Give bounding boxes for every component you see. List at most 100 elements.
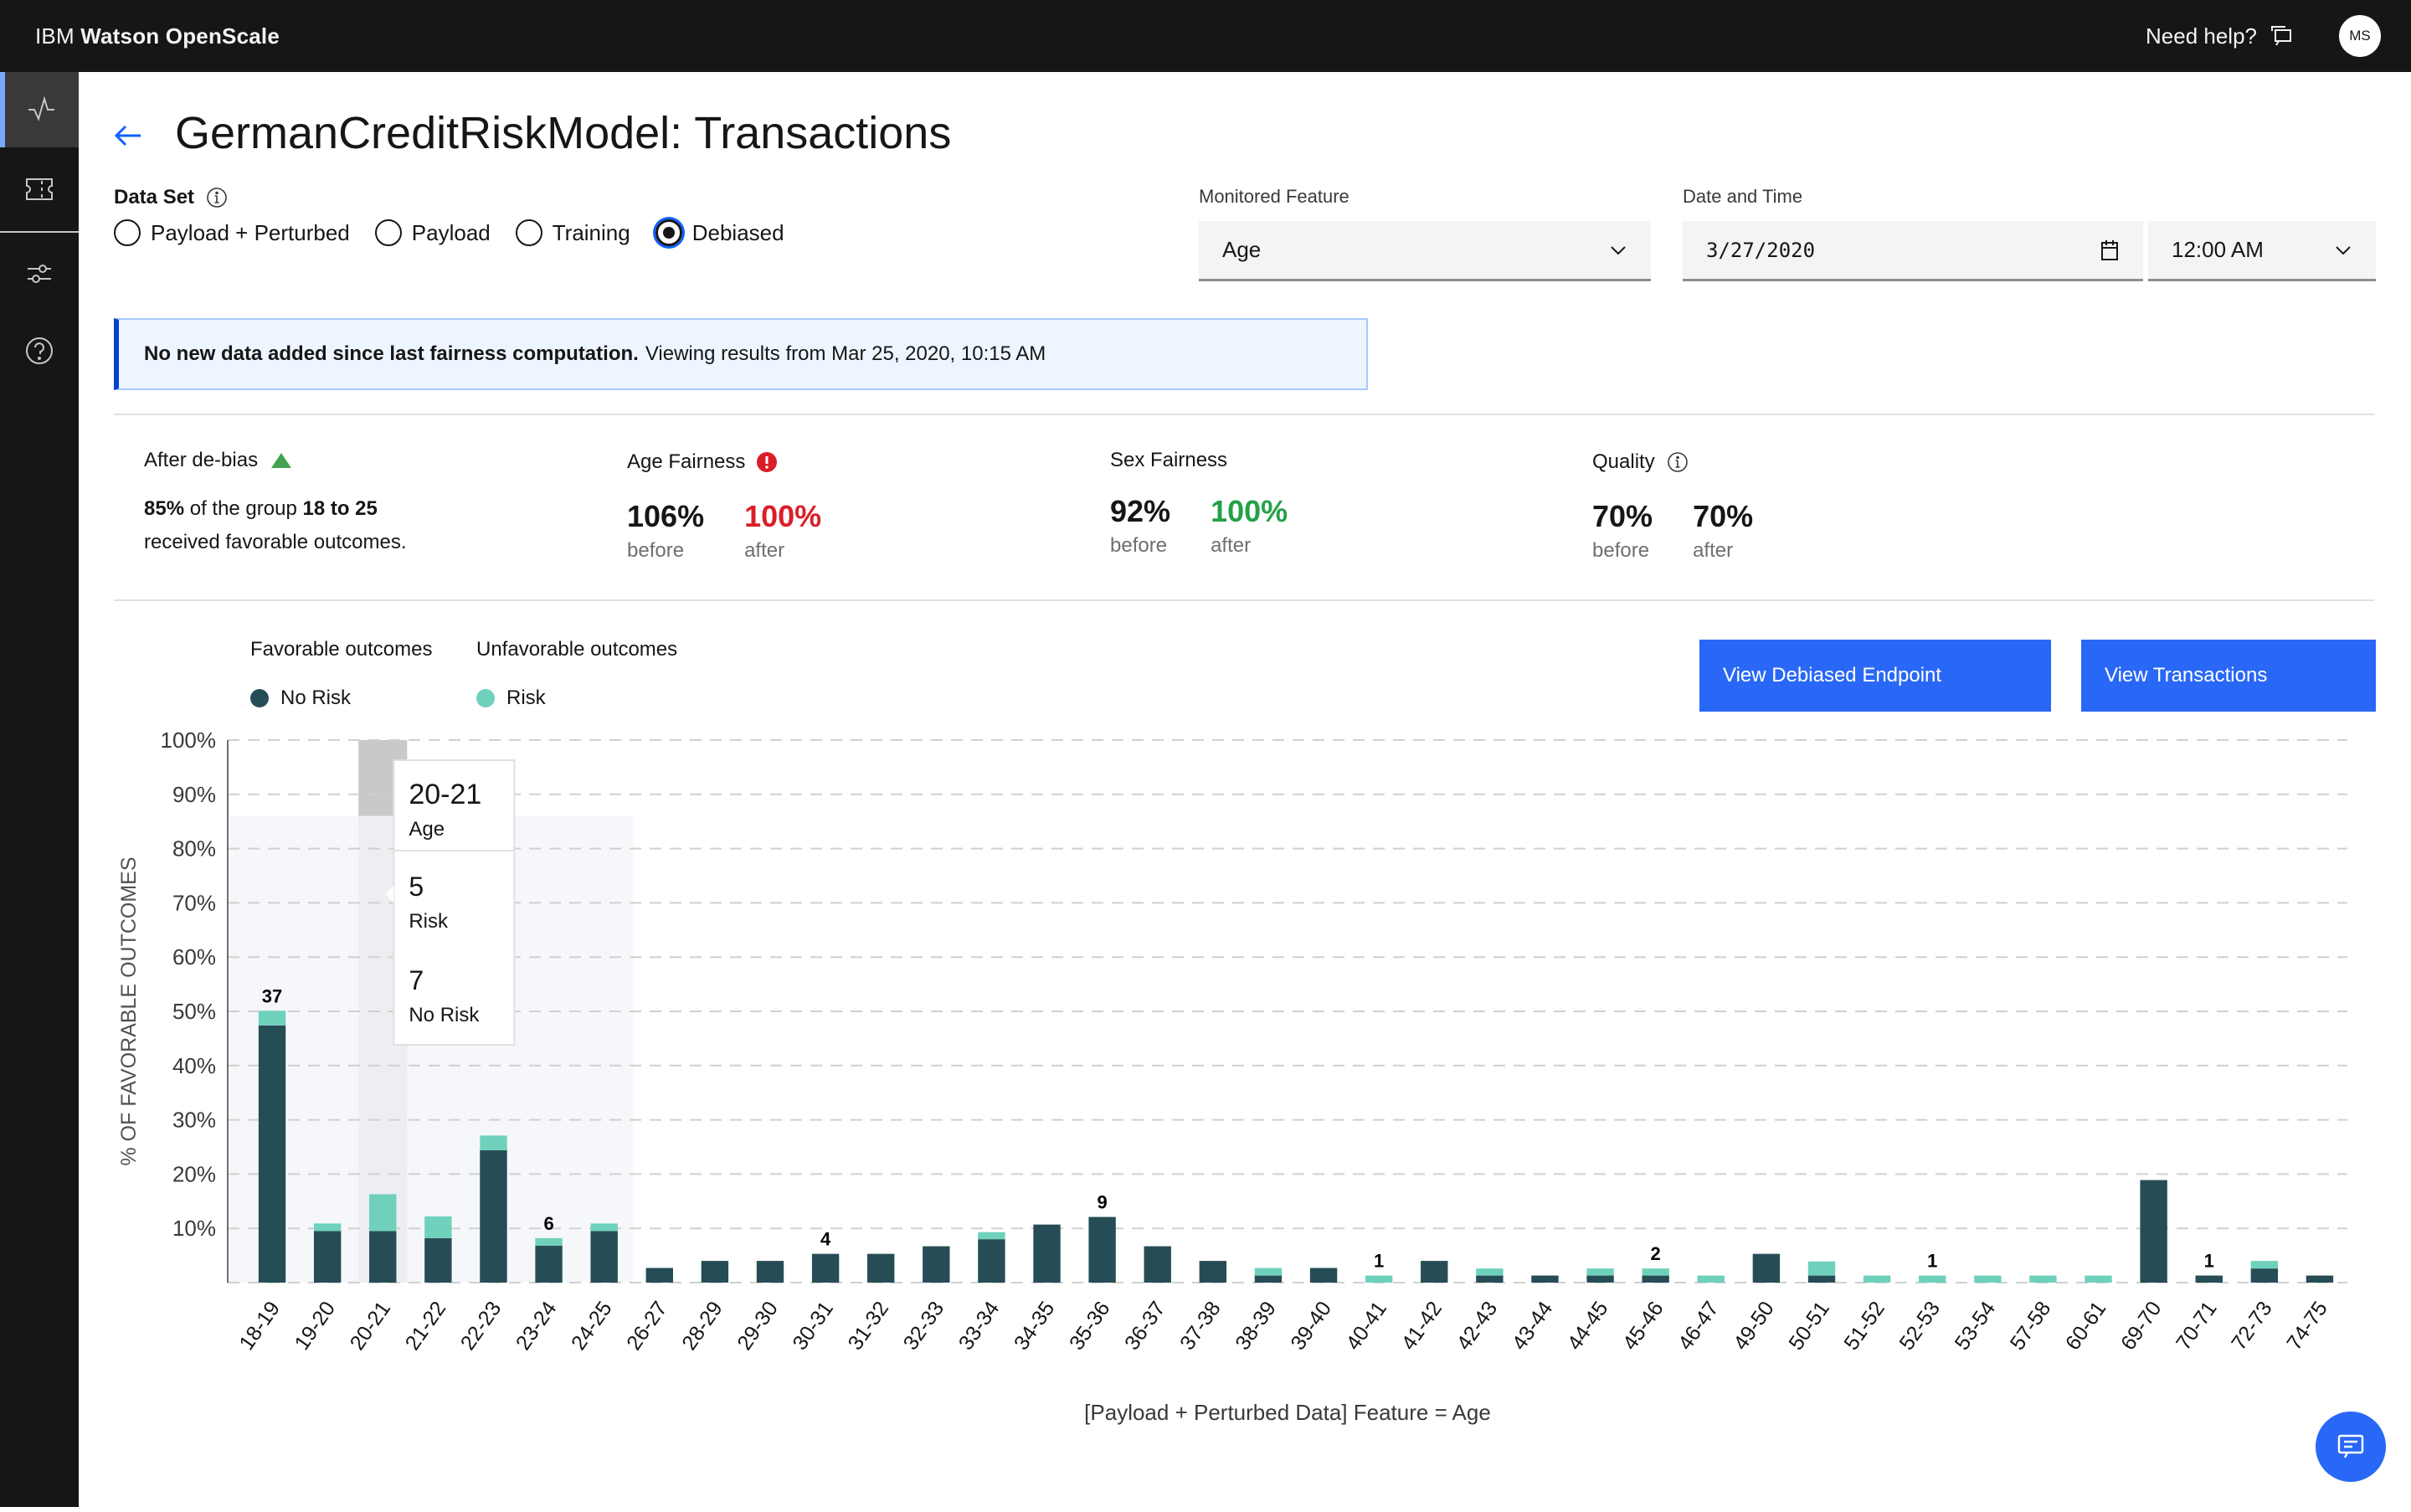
bar-risk[interactable] xyxy=(1863,1275,1891,1283)
bar-risk[interactable] xyxy=(2029,1275,2057,1283)
age-fairness-metric: Age Fairness 106% before 100% after xyxy=(627,450,821,563)
bar-no-risk[interactable] xyxy=(1642,1275,1669,1283)
bar-no-risk[interactable] xyxy=(1199,1261,1227,1283)
view-debiased-endpoint-button[interactable]: View Debiased Endpoint xyxy=(1699,640,2051,712)
bar-no-risk[interactable] xyxy=(756,1261,784,1283)
age-fairness-after: 100% xyxy=(744,499,822,533)
bar-no-risk[interactable] xyxy=(1531,1275,1559,1283)
bar-no-risk[interactable] xyxy=(1752,1253,1781,1283)
sliders-icon xyxy=(28,265,51,283)
error-icon[interactable] xyxy=(757,452,778,472)
bar-risk[interactable] xyxy=(1807,1261,1836,1276)
sidebar-item-help[interactable] xyxy=(0,313,79,388)
y-axis-title: % OF FAVORABLE OUTCOMES xyxy=(117,856,141,1165)
bar-no-risk[interactable] xyxy=(535,1245,563,1283)
bar-risk[interactable] xyxy=(424,1216,452,1238)
bar-no-risk[interactable] xyxy=(645,1268,673,1283)
view-transactions-button[interactable]: View Transactions xyxy=(2081,640,2376,712)
y-tick-label: 70% xyxy=(172,890,216,915)
bar-no-risk[interactable] xyxy=(978,1239,1005,1283)
bar-no-risk[interactable] xyxy=(1033,1224,1061,1283)
legend-item-risk[interactable]: Risk xyxy=(476,687,677,710)
bar-no-risk[interactable] xyxy=(811,1253,840,1283)
bar-no-risk[interactable] xyxy=(2250,1268,2279,1283)
y-tick-label: 20% xyxy=(172,1161,216,1186)
bar-risk[interactable] xyxy=(590,1223,618,1232)
bar-risk[interactable] xyxy=(1586,1268,1614,1276)
bar-no-risk[interactable] xyxy=(1088,1216,1116,1283)
radio-debiased[interactable]: Debiased xyxy=(655,219,784,246)
info-icon[interactable] xyxy=(1667,451,1689,473)
radio-circle[interactable] xyxy=(374,219,402,246)
radio-payload-perturbed[interactable]: Payload + Perturbed xyxy=(114,219,350,246)
bar-risk[interactable] xyxy=(1919,1275,1946,1283)
radio-payload[interactable]: Payload xyxy=(374,219,491,246)
bar-no-risk[interactable] xyxy=(1586,1275,1614,1283)
bar-no-risk[interactable] xyxy=(1144,1246,1171,1283)
bar-risk[interactable] xyxy=(2085,1275,2112,1283)
back-button[interactable] xyxy=(112,119,146,152)
x-tick-label: 49-50 xyxy=(1729,1297,1779,1354)
radio-circle[interactable] xyxy=(515,219,542,246)
radio-training[interactable]: Training xyxy=(515,219,630,246)
bar-no-risk[interactable] xyxy=(867,1253,895,1283)
sidebar-item-ticket[interactable] xyxy=(0,152,79,227)
info-notification: No new data added since last fairness co… xyxy=(114,318,1368,390)
bar-no-risk[interactable] xyxy=(2140,1180,2167,1283)
bar-no-risk[interactable] xyxy=(2306,1275,2334,1283)
sidebar-item-settings[interactable] xyxy=(0,236,79,311)
chat-button[interactable] xyxy=(2316,1412,2386,1482)
bar-no-risk[interactable] xyxy=(1421,1261,1448,1283)
x-tick-label: 57-58 xyxy=(2006,1297,2056,1354)
sidebar-item-monitor[interactable] xyxy=(0,72,79,147)
bar-risk[interactable] xyxy=(1974,1275,2002,1283)
legend-item-no-risk[interactable]: No Risk xyxy=(250,687,432,710)
bar-risk[interactable] xyxy=(313,1223,342,1232)
time-select[interactable]: 12:00 AM xyxy=(2148,221,2376,281)
bar-risk[interactable] xyxy=(535,1237,563,1246)
bar-risk[interactable] xyxy=(1365,1275,1393,1283)
bar-no-risk[interactable] xyxy=(1476,1275,1504,1283)
debias-tail: received favorable outcomes. xyxy=(144,531,407,553)
need-help-link[interactable]: Need help? xyxy=(2146,0,2294,72)
dataset-radio-group: Payload + Perturbed Payload Training Deb… xyxy=(114,219,784,246)
info-icon[interactable] xyxy=(206,187,228,208)
sex-fairness-before: 92% xyxy=(1110,494,1171,528)
x-tick-label: 33-34 xyxy=(954,1297,1005,1355)
x-tick-label: 37-38 xyxy=(1175,1297,1226,1354)
bar-no-risk[interactable] xyxy=(1254,1275,1283,1283)
bar-risk[interactable] xyxy=(480,1135,507,1150)
radio-circle-checked[interactable] xyxy=(655,219,682,246)
date-input[interactable]: 3/27/2020 xyxy=(1683,221,2143,281)
bar-no-risk[interactable] xyxy=(923,1246,950,1283)
tooltip-norisk-value: 7 xyxy=(409,965,424,995)
monitored-feature-select[interactable]: Age xyxy=(1199,221,1651,281)
bar-risk[interactable] xyxy=(2250,1261,2279,1269)
bar-risk[interactable] xyxy=(258,1011,286,1026)
bar-no-risk[interactable] xyxy=(701,1261,729,1283)
page-title: GermanCreditRiskModel: Transactions xyxy=(175,108,952,158)
chevron-down-icon xyxy=(2336,245,2351,255)
bar-no-risk[interactable] xyxy=(258,1025,286,1283)
y-tick-label: 60% xyxy=(172,944,216,969)
bar-no-risk[interactable] xyxy=(424,1237,452,1283)
quality-before: 70% xyxy=(1592,499,1653,533)
calendar-icon[interactable] xyxy=(2100,239,2120,262)
radio-circle[interactable] xyxy=(114,219,141,246)
bar-no-risk[interactable] xyxy=(480,1149,507,1283)
bar-risk[interactable] xyxy=(1642,1268,1669,1276)
bar-risk[interactable] xyxy=(1697,1275,1725,1283)
user-avatar[interactable]: MS xyxy=(2339,15,2381,57)
bar-no-risk[interactable] xyxy=(313,1231,342,1283)
bar-no-risk[interactable] xyxy=(2195,1275,2223,1283)
bar-no-risk[interactable] xyxy=(590,1231,618,1283)
bar-risk[interactable] xyxy=(1476,1268,1504,1276)
app-brand[interactable]: IBM Watson OpenScale xyxy=(35,0,280,72)
quality-title: Quality xyxy=(1592,450,1655,473)
bar-risk[interactable] xyxy=(978,1232,1005,1240)
bar-risk[interactable] xyxy=(369,1194,397,1232)
bar-risk[interactable] xyxy=(1254,1268,1283,1276)
bar-no-risk[interactable] xyxy=(1309,1268,1338,1283)
bar-no-risk[interactable] xyxy=(1807,1275,1836,1283)
bar-no-risk[interactable] xyxy=(369,1231,397,1283)
